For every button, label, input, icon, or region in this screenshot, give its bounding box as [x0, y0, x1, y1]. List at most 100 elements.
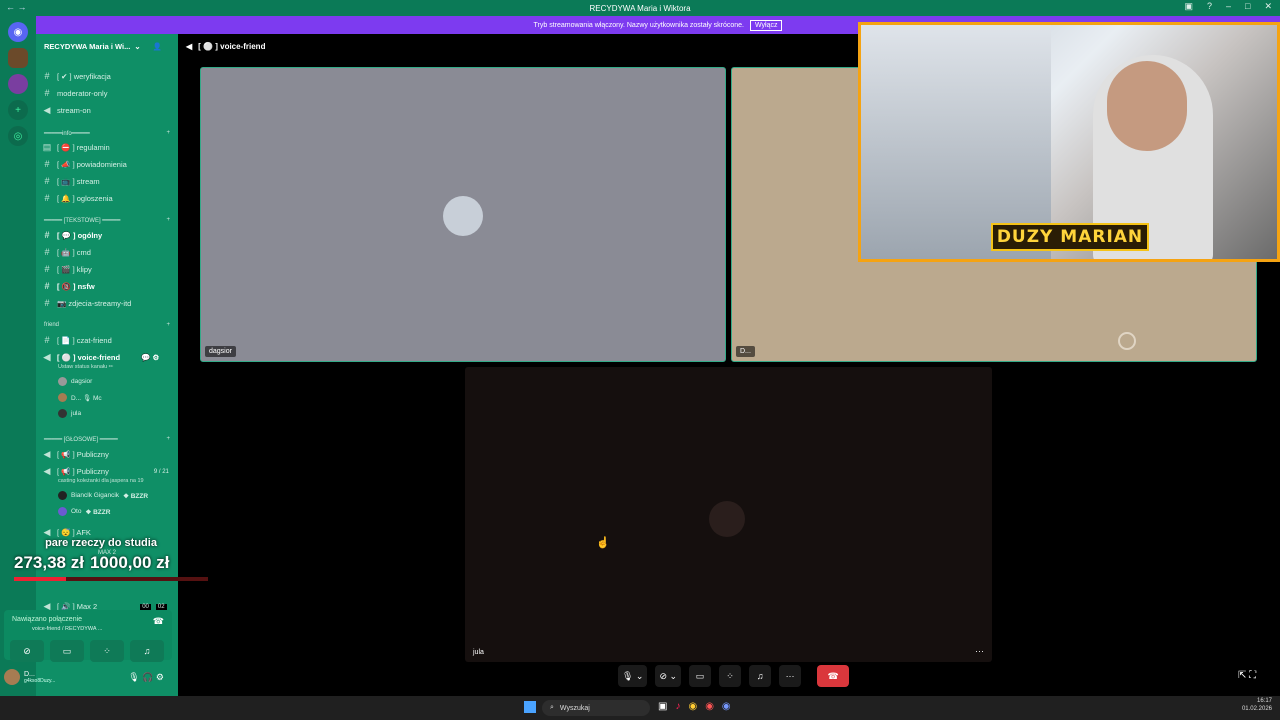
- disable-streamer-mode-button[interactable]: Wyłącz: [749, 19, 783, 31]
- channel-moderator-only[interactable]: # moderator-only: [42, 88, 107, 98]
- connection-where[interactable]: voice-friend / RECYDYWA ...: [32, 626, 102, 632]
- channel-label: [ 🔞 ] nsfw: [57, 281, 95, 291]
- channel-status: casting koleżanki dla jaspera na 19: [58, 478, 144, 484]
- chrome-icon[interactable]: ◉: [688, 701, 697, 712]
- avatar[interactable]: [4, 669, 20, 685]
- speaker-icon: ◀: [43, 466, 51, 476]
- maximize-button[interactable]: □: [1245, 1, 1250, 12]
- hash-icon: #: [44, 264, 50, 274]
- video-tile-dagsior[interactable]: dagsior: [200, 67, 726, 362]
- settings-icon[interactable]: 💬 ⚙: [141, 353, 159, 362]
- add-channel-icon[interactable]: +: [166, 217, 170, 223]
- soundboard-button[interactable]: ♫: [130, 640, 164, 662]
- channel-label: [ ⚪ ] voice-friend: [57, 353, 121, 362]
- camera-off-button[interactable]: ⊘: [10, 640, 44, 662]
- category-label: friend: [44, 322, 60, 328]
- screen-share-button[interactable]: ▭: [689, 665, 712, 687]
- channel-stream[interactable]: # [ 📺 ] stream: [42, 176, 100, 186]
- add-server-icon[interactable]: +: [8, 100, 28, 120]
- camera-button[interactable]: ⊘ ⌄: [655, 665, 682, 687]
- channel-stream-on[interactable]: ◀ stream-on: [42, 105, 91, 116]
- channel-label: [ 📺 ] stream: [57, 176, 100, 186]
- channel-regulamin[interactable]: ▤ [ ⛔ ] regulamin: [42, 142, 110, 153]
- voice-member[interactable]: Oto ❖ BZZR: [58, 507, 110, 516]
- server-icon-recydywa[interactable]: [8, 48, 28, 68]
- voice-member[interactable]: dagsior: [58, 377, 92, 386]
- server-icon-folder[interactable]: [8, 74, 28, 94]
- channel-weryfikacja[interactable]: # [ ✔ ] weryfikacja: [42, 71, 110, 81]
- invite-icon[interactable]: 👤: [153, 42, 162, 51]
- channel-nsfw[interactable]: # [ 🔞 ] nsfw: [42, 281, 95, 291]
- discord-taskbar-icon[interactable]: ◉: [722, 701, 731, 712]
- taskbar-search[interactable]: ⌕ Wyszukaj: [542, 700, 650, 716]
- header-channel-name: [ ⚪ ] voice-friend: [198, 41, 266, 51]
- category-friend[interactable]: friend +: [44, 322, 170, 328]
- video-tile-jula[interactable]: jula ···: [465, 367, 992, 662]
- channel-publiczny-2[interactable]: ◀ [ 📢 ] Publiczny 9 / 21: [42, 466, 169, 477]
- category-tekstowe[interactable]: ━━━━━ [TEKSTOWE] ━━━━━ +: [44, 217, 170, 224]
- windows-start-icon[interactable]: [524, 701, 536, 713]
- minimize-button[interactable]: –: [1226, 1, 1231, 12]
- window-titlebar: ← → RECYDYWA Maria i Wiktora ▣ ? – □ ✕: [0, 0, 1280, 16]
- mic-icon[interactable]: 🎙 🎧 ⚙: [128, 672, 164, 683]
- channel-cmd[interactable]: # [ 🤖 ] cmd: [42, 247, 90, 257]
- add-channel-icon[interactable]: +: [166, 436, 170, 442]
- member-name: D... 🎙 Mc: [71, 394, 102, 402]
- popout-icon[interactable]: ⇱ ⛶: [1238, 670, 1256, 681]
- activities-button[interactable]: ⁘: [719, 665, 742, 687]
- voice-status[interactable]: Ustaw status kanału ✏: [58, 364, 113, 370]
- mic-button[interactable]: 🎙 ⌄: [618, 665, 648, 687]
- close-button[interactable]: ✕: [1264, 1, 1272, 12]
- discover-icon[interactable]: ◎: [8, 126, 28, 146]
- activities-button[interactable]: ⁘: [90, 640, 124, 662]
- add-channel-icon[interactable]: +: [166, 130, 170, 136]
- channel-czat-friend[interactable]: # [ 📄 ] czat-friend: [42, 335, 112, 345]
- search-icon: ⌕: [550, 704, 554, 711]
- server-header[interactable]: RECYDYWA Maria i Wi... ⌄ 👤: [36, 34, 178, 58]
- category-glosowe[interactable]: ━━━━━ [GŁOSOWE] ━━━━━ +: [44, 436, 170, 443]
- member-name: Oto: [71, 508, 82, 515]
- add-channel-icon[interactable]: +: [166, 322, 170, 328]
- hash-icon: #: [44, 159, 50, 169]
- tiktok-icon[interactable]: ♪: [675, 701, 680, 712]
- hash-icon: #: [44, 230, 50, 240]
- count-badge: 02: [155, 603, 167, 610]
- help-icon[interactable]: ?: [1207, 1, 1212, 12]
- soundboard-button[interactable]: ♫: [749, 665, 772, 687]
- avatar: [58, 409, 67, 418]
- channel-ogolny[interactable]: # [ 💬 ] ogólny: [42, 230, 102, 240]
- task-view-icon[interactable]: ▣: [658, 701, 667, 712]
- system-tray-clock[interactable]: 16:17 01.02.2026: [1242, 697, 1272, 713]
- more-options-icon[interactable]: ···: [975, 646, 984, 656]
- channel-publiczny-1[interactable]: ◀ [ 📢 ] Publiczny: [42, 449, 109, 460]
- channel-klipy[interactable]: # [ 🎬 ] klipy: [42, 264, 91, 274]
- streamer-name-plate: DUZY MARIAN: [991, 223, 1149, 251]
- screen-share-button[interactable]: ▭: [50, 640, 84, 662]
- tile-label: D...: [736, 346, 755, 357]
- voice-member[interactable]: Bianclk Gigancik ❖ BZZR: [58, 491, 148, 500]
- channel-powiadomienia[interactable]: # [ 📣 ] powiadomienia: [42, 159, 126, 169]
- channel-label: [ 📄 ] czat-friend: [57, 335, 112, 345]
- voice-member[interactable]: jula: [58, 409, 81, 418]
- avatar: [58, 507, 67, 516]
- user-limit-badge: 9 / 21: [153, 468, 169, 475]
- clock-date: 01.02.2026: [1241, 706, 1272, 712]
- disconnect-icon[interactable]: ☎: [153, 616, 164, 627]
- channel-voice-friend[interactable]: ◀ [ ⚪ ] voice-friend 💬 ⚙: [42, 352, 160, 363]
- voice-member[interactable]: D... 🎙 Mc: [58, 393, 102, 402]
- tile-label: dagsior: [205, 346, 236, 357]
- donation-title: pare rzeczy do studia: [45, 537, 157, 549]
- chevron-down-icon: ⌄: [134, 41, 141, 51]
- member-name: dagsior: [71, 378, 93, 385]
- hash-icon: #: [44, 71, 50, 81]
- channel-zdjecia[interactable]: # 📷 zdjecia-streamy-itd: [42, 298, 131, 308]
- app-icon[interactable]: ◉: [705, 701, 714, 712]
- channel-ogloszenia[interactable]: # [ 🔔 ] ogloszenia: [42, 193, 112, 203]
- nav-arrows[interactable]: ← →: [6, 2, 27, 12]
- category-info[interactable]: ━━━━━info━━━━━ +: [44, 130, 170, 137]
- discord-home-icon[interactable]: ◉: [8, 22, 28, 42]
- inbox-icon[interactable]: ▣: [1184, 1, 1193, 12]
- hang-up-button[interactable]: ☎: [817, 665, 850, 687]
- window-controls: ▣ ? – □ ✕: [1184, 1, 1272, 12]
- more-icon[interactable]: ···: [779, 665, 802, 687]
